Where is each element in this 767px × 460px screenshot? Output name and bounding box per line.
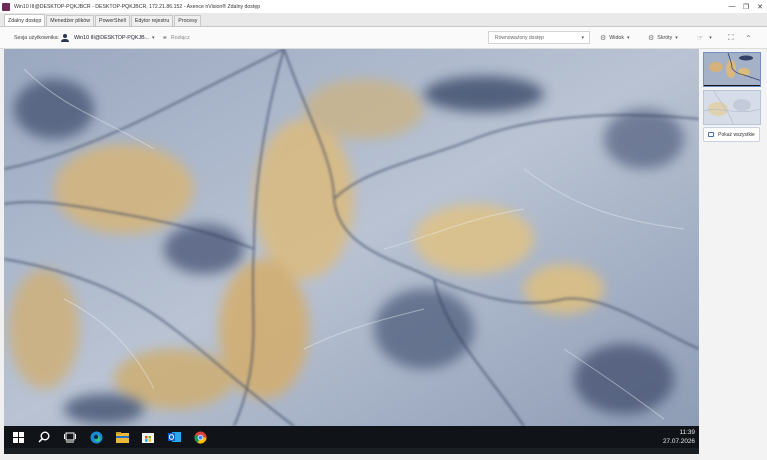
outlook-icon[interactable]: [161, 426, 187, 448]
disconnect-button[interactable]: ⚭ Rozłącz: [162, 27, 190, 49]
monitor-thumbnail-1[interactable]: [703, 52, 761, 87]
quality-value: Równoważony dostęp: [495, 34, 544, 41]
chevron-down-icon: ▾: [152, 35, 155, 41]
toolbar: Sesja użytkownika: Win10 III@DESKTOP-PQK…: [0, 27, 767, 49]
search-icon[interactable]: [31, 426, 57, 448]
pointer-menu[interactable]: ☞ ▾: [697, 27, 712, 49]
gear-icon: ⚙: [600, 35, 607, 42]
pointer-icon: ☞: [697, 35, 704, 42]
tab-powershell[interactable]: PowerShell: [95, 15, 130, 26]
view-menu[interactable]: ⚙ Widok ▾: [600, 27, 630, 49]
window-title: Win10 III@DESKTOP-PQKJBCR - DESKTOP-PQKJ…: [14, 3, 261, 10]
quality-select[interactable]: Równoważony dostęp ▾: [488, 31, 590, 44]
window-controls: — ❐ ✕: [725, 0, 767, 13]
chevron-down-icon: ▾: [627, 35, 630, 41]
disconnect-label: Rozłącz: [170, 35, 190, 41]
chevron-down-icon: ▾: [581, 34, 584, 41]
chevron-down-icon: ▾: [675, 35, 678, 41]
taskbar: 11:39 27.07.2026: [4, 426, 699, 448]
clock-date: 27.07.2026: [663, 438, 695, 445]
system-clock[interactable]: 11:39 27.07.2026: [663, 426, 695, 448]
minimize-icon[interactable]: —: [725, 0, 739, 13]
collapse-icon[interactable]: ⌃: [745, 27, 752, 49]
show-all-monitors-button[interactable]: Pokaż wszystkie: [703, 127, 760, 142]
shortcuts-menu[interactable]: ⚙ Skróty ▾: [648, 27, 678, 49]
title-bar: Win10 III@DESKTOP-PQKJBCR - DESKTOP-PQKJ…: [0, 0, 767, 13]
file-explorer-icon[interactable]: [109, 426, 135, 448]
clock-time: 11:39: [679, 429, 695, 436]
monitors-icon: [708, 132, 715, 137]
chevron-down-icon: ▾: [709, 35, 712, 41]
monitor-panel: Pokaż wszystkie: [699, 49, 767, 460]
tab-processes[interactable]: Procesy: [174, 15, 202, 26]
unlink-icon: ⚭: [162, 35, 168, 42]
tab-file-manager[interactable]: Menedżer plików: [46, 15, 95, 26]
app-icon: [2, 2, 10, 11]
store-icon[interactable]: [135, 426, 161, 448]
shortcuts-label: Skróty: [657, 35, 673, 41]
desktop-wallpaper: [4, 49, 699, 426]
session-select[interactable]: Win10 III@DESKTOP-PQKJB... ▾: [58, 31, 155, 45]
show-all-label: Pokaż wszystkie: [718, 131, 755, 138]
chrome-icon[interactable]: [187, 426, 213, 448]
session-label: Sesja użytkownika:: [14, 35, 60, 41]
gear-icon: ⚙: [648, 35, 655, 42]
remote-screen[interactable]: 11:39 27.07.2026: [4, 49, 699, 454]
monitor-thumbnail-2[interactable]: [703, 90, 761, 125]
remote-screen-border: [4, 448, 699, 454]
tab-registry-editor[interactable]: Edytor rejestru: [130, 15, 174, 26]
fullscreen-icon[interactable]: ⛶: [728, 27, 734, 49]
user-icon: [61, 34, 69, 42]
windows-start-icon[interactable]: [5, 426, 31, 448]
tab-remote-access[interactable]: Zdalny dostęp: [4, 14, 46, 26]
task-view-icon[interactable]: [57, 426, 83, 448]
edge-icon[interactable]: [83, 426, 109, 448]
restore-icon[interactable]: ❐: [739, 0, 753, 13]
view-label: Widok: [609, 35, 624, 41]
session-value: Win10 III@DESKTOP-PQKJB...: [74, 35, 150, 41]
close-icon[interactable]: ✕: [753, 0, 767, 13]
tab-bar: Zdalny dostęp Menedżer plików PowerShell…: [0, 13, 767, 27]
